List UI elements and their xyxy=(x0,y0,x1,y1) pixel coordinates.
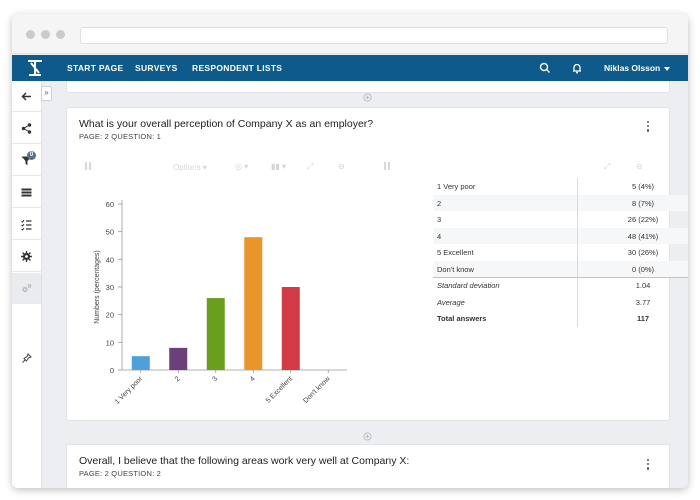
table-stat-row: Standard deviation 1.04 xyxy=(433,277,688,294)
bar-3 xyxy=(244,237,263,370)
x-tick-label: 1 Very poor xyxy=(114,375,145,406)
x-tick-label: 3 xyxy=(211,375,219,383)
x-tick-label: 4 xyxy=(249,375,257,383)
bar-2 xyxy=(206,298,225,370)
question-subtitle: PAGE: 2 QUESTION: 2 xyxy=(79,469,162,478)
delete-table-icon[interactable]: ⊖ xyxy=(636,162,643,171)
sidebar-filter[interactable]: 0 xyxy=(12,145,41,176)
y-tick-label: 0 xyxy=(110,366,114,375)
nav-start-page[interactable]: START PAGE xyxy=(67,63,124,73)
user-menu[interactable]: Niklas Olsson xyxy=(604,63,671,73)
browser-window: START PAGE SURVEYS RESPONDENT LISTS Nikl… xyxy=(12,14,688,488)
window-minimize-dot[interactable] xyxy=(41,30,50,39)
y-tick-label: 50 xyxy=(106,228,114,237)
bar-0 xyxy=(131,356,150,370)
browser-titlebar xyxy=(12,14,688,54)
sidebar-share[interactable] xyxy=(12,113,41,144)
question-card-2: Overall, I believe that the following ar… xyxy=(66,444,670,488)
y-tick-label: 40 xyxy=(106,255,114,264)
address-bar[interactable] xyxy=(80,27,668,44)
previous-question-card xyxy=(66,81,670,93)
back-arrow-icon xyxy=(21,92,31,101)
checklist-icon xyxy=(21,219,32,231)
pin-icon xyxy=(22,353,32,363)
expand-table-icon[interactable]: ⤢ xyxy=(604,162,610,172)
window-maximize-dot[interactable] xyxy=(56,30,65,39)
app-logo-icon[interactable] xyxy=(26,59,44,77)
list-icon xyxy=(21,188,32,197)
results-table: 1 Very poor 5 (4%) 28 (7%) 3 26 (22%) 4 48 … xyxy=(433,178,688,327)
y-tick-label: 60 xyxy=(106,200,114,209)
user-name: Niklas Olsson xyxy=(604,63,661,73)
more-options-icon[interactable] xyxy=(646,459,650,473)
sidebar-back[interactable] xyxy=(12,81,41,112)
y-axis-label: Numbers (percentages) xyxy=(94,250,101,324)
gears-icon xyxy=(22,284,32,293)
table-row: 3 26 (22%) xyxy=(433,211,688,228)
table-row: 1 Very poor 5 (4%) xyxy=(433,178,688,195)
table-row: 4 48 (41%) xyxy=(433,227,688,244)
nav-respondent-lists[interactable]: RESPONDENT LISTS xyxy=(192,63,282,73)
table-stat-row: Average 3.77 xyxy=(433,293,688,310)
table-row: 28 (7%) xyxy=(433,194,688,211)
add-question-icon[interactable] xyxy=(363,93,372,102)
bar-chart: 0 10 20 30 40 50 60 Numbers (percentages) 1 Very… xyxy=(94,200,347,406)
nav-surveys[interactable]: SURVEYS xyxy=(135,63,178,73)
chevron-down-icon xyxy=(664,66,671,71)
y-tick-label: 30 xyxy=(106,283,114,292)
gear-icon xyxy=(21,251,32,262)
share-icon xyxy=(21,123,32,134)
filter-count-badge: 0 xyxy=(27,151,36,160)
sidebar-pin[interactable] xyxy=(12,343,41,374)
sidebar-advanced-settings[interactable] xyxy=(12,273,41,304)
sidebar-expand-button[interactable]: » xyxy=(41,86,52,101)
question-title: Overall, I believe that the following ar… xyxy=(79,455,410,467)
more-options-icon[interactable] xyxy=(646,121,650,135)
window-close-dot[interactable] xyxy=(26,30,35,39)
y-tick-label: 20 xyxy=(106,311,114,320)
x-tick-label: 5 Excellent xyxy=(265,375,294,404)
bar-1 xyxy=(169,347,188,370)
left-sidebar: 0 xyxy=(12,81,42,488)
x-tick-label: 2 xyxy=(174,375,182,383)
sidebar-list[interactable] xyxy=(12,177,41,208)
table-total-row: Total answers 117 xyxy=(433,310,688,327)
bar-4 xyxy=(281,287,300,370)
bell-icon[interactable] xyxy=(570,61,584,75)
x-tick-label: Don't know xyxy=(302,375,332,405)
question-card-1: What is your overall perception of Compa… xyxy=(66,107,688,421)
top-navbar: START PAGE SURVEYS RESPONDENT LISTS Nikl… xyxy=(12,55,688,81)
sidebar-checklist[interactable] xyxy=(12,209,41,240)
sidebar-settings[interactable] xyxy=(12,241,41,272)
add-question-icon[interactable] xyxy=(363,432,372,441)
table-row: Don't know 0 (0%) xyxy=(433,260,688,277)
table-row: 5 Excellent 30 (26%) xyxy=(433,244,688,261)
search-icon[interactable] xyxy=(538,61,552,75)
y-tick-label: 10 xyxy=(106,338,114,347)
